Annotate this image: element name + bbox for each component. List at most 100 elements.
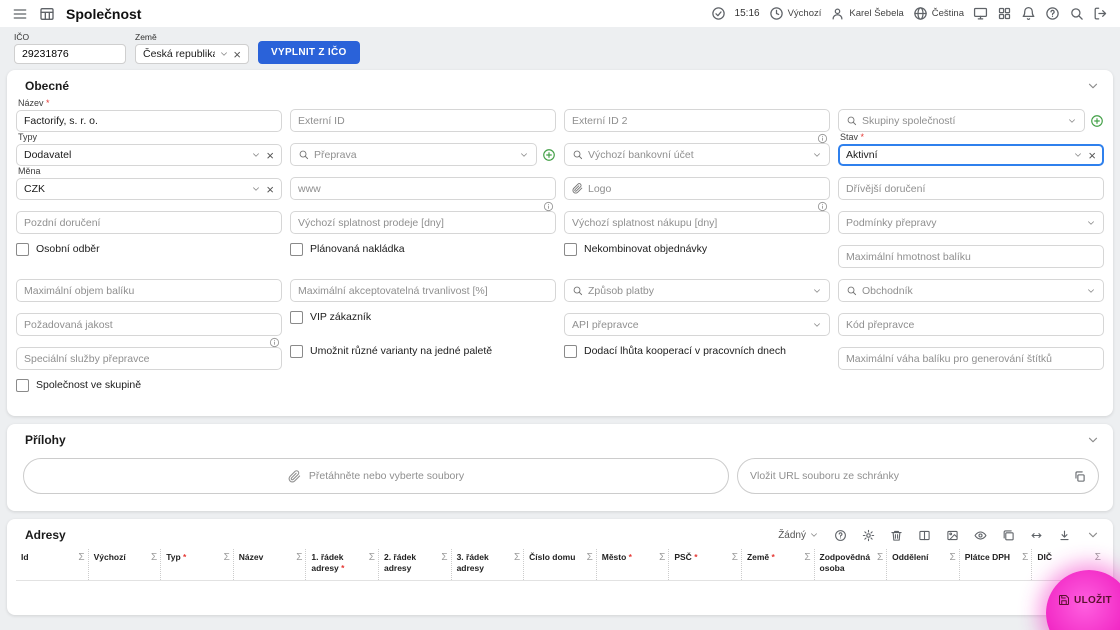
nazev-input[interactable] — [24, 115, 274, 127]
umoznit-varianty-checkbox[interactable] — [290, 344, 303, 358]
info-icon[interactable] — [543, 201, 554, 212]
aggregate-icon[interactable]: Σ — [151, 552, 157, 563]
pozadovana-jakost-input[interactable] — [24, 318, 274, 331]
chevron-down-icon[interactable] — [219, 49, 229, 59]
add-icon[interactable] — [1090, 114, 1104, 128]
display-icon[interactable] — [973, 6, 988, 21]
mena-select[interactable]: CZK × — [16, 178, 282, 200]
delete-icon[interactable] — [890, 529, 903, 542]
drivejsi-doruceni-input[interactable] — [846, 182, 1096, 195]
save-button[interactable]: ULOŽIT — [1058, 594, 1112, 606]
collapse-icon[interactable] — [1086, 79, 1100, 93]
info-icon[interactable] — [817, 133, 828, 144]
nekombinovat-objednavky-checkbox[interactable] — [564, 242, 577, 256]
planovana-nakladka-checkbox[interactable] — [290, 242, 303, 256]
column-header-radek1[interactable]: 1. řádek adresy * Σ — [306, 549, 379, 581]
pozdni-doruceni-inputbox[interactable] — [16, 211, 282, 234]
clear-icon[interactable]: × — [233, 48, 241, 61]
clear-icon[interactable]: × — [266, 183, 274, 196]
logout-icon[interactable] — [1093, 6, 1108, 21]
aggregate-icon[interactable]: Σ — [224, 552, 230, 563]
vychozi-bankovni-ucet-input[interactable] — [588, 148, 807, 161]
aggregate-icon[interactable]: Σ — [441, 552, 447, 563]
spolecnost-ve-skupine-checkbox[interactable] — [16, 378, 29, 392]
aggregate-icon[interactable]: Σ — [732, 552, 738, 563]
api-prepravce-select[interactable] — [564, 313, 830, 336]
paste-from-clipboard-icon[interactable] — [1073, 470, 1086, 483]
group-by-select[interactable]: Žádný — [778, 530, 819, 541]
file-dropzone[interactable]: Přetáhněte nebo vyberte soubory — [23, 458, 729, 494]
settings-gear-icon[interactable] — [862, 529, 875, 542]
column-header-zeme[interactable]: Země * Σ — [742, 549, 815, 581]
aggregate-icon[interactable]: Σ — [369, 552, 375, 563]
chevron-down-icon[interactable] — [1073, 150, 1083, 160]
aggregate-icon[interactable]: Σ — [659, 552, 665, 563]
chevron-down-icon[interactable] — [251, 150, 261, 160]
column-header-nazev[interactable]: Název Σ — [234, 549, 307, 581]
fill-from-ico-button[interactable]: VYPLNIT Z IČO — [258, 41, 360, 64]
externi-id-inputbox[interactable] — [290, 109, 556, 132]
vychozi-bankovni-ucet-select[interactable] — [564, 143, 830, 166]
column-header-cislo-domu[interactable]: Číslo domu Σ — [524, 549, 597, 581]
column-header-vychozi[interactable]: Výchozí Σ — [89, 549, 162, 581]
kod-prepravce-inputbox[interactable] — [838, 313, 1104, 336]
osobni-odber-checkbox[interactable] — [16, 242, 29, 256]
visibility-eye-icon[interactable] — [974, 529, 987, 542]
url-inputbox[interactable] — [737, 458, 1099, 494]
skupiny-spolecnosti-input[interactable] — [862, 114, 1062, 127]
column-header-oddeleni[interactable]: Oddělení Σ — [887, 549, 960, 581]
add-icon[interactable] — [542, 148, 556, 162]
column-header-platce-dph[interactable]: Plátce DPH Σ — [960, 549, 1033, 581]
max-hmotnost-baliku-inputbox[interactable] — [838, 245, 1104, 268]
logo-upload[interactable] — [564, 177, 830, 200]
pozdni-doruceni-input[interactable] — [24, 216, 274, 229]
help-icon[interactable] — [834, 529, 847, 542]
aggregate-icon[interactable]: Σ — [514, 552, 520, 563]
skupiny-spolecnosti-select[interactable] — [838, 109, 1085, 132]
column-header-radek3[interactable]: 3. řádek adresy Σ — [452, 549, 525, 581]
image-view-icon[interactable] — [946, 529, 959, 542]
pozadovana-jakost-inputbox[interactable] — [16, 313, 282, 336]
chevron-down-icon[interactable] — [251, 184, 261, 194]
splatnost-prodeje-inputbox[interactable] — [290, 211, 556, 234]
max-trvanlivost-inputbox[interactable] — [290, 279, 556, 302]
column-header-radek2[interactable]: 2. řádek adresy Σ — [379, 549, 452, 581]
menu-icon[interactable] — [12, 6, 28, 22]
info-icon[interactable] — [269, 337, 280, 348]
column-header-zodpovedna-osoba[interactable]: Zodpovědná osoba Σ — [815, 549, 888, 581]
aggregate-icon[interactable]: Σ — [1022, 552, 1028, 563]
max-hmotnost-baliku-input[interactable] — [846, 250, 1096, 263]
max-objem-baliku-inputbox[interactable] — [16, 279, 282, 302]
column-header-id[interactable]: Id Σ — [16, 549, 89, 581]
aggregate-icon[interactable]: Σ — [804, 552, 810, 563]
splatnost-prodeje-input[interactable] — [298, 216, 548, 229]
profile-menu[interactable]: Výchozí — [769, 6, 821, 21]
aggregate-icon[interactable]: Σ — [950, 552, 956, 563]
max-objem-baliku-input[interactable] — [24, 284, 274, 297]
search-icon[interactable] — [1069, 6, 1084, 21]
dodaci-lhuta-checkbox[interactable] — [564, 344, 577, 358]
aggregate-icon[interactable]: Σ — [78, 552, 84, 563]
aggregate-icon[interactable]: Σ — [877, 552, 883, 563]
apps-icon[interactable] — [997, 6, 1012, 21]
typy-select[interactable]: Dodavatel × — [16, 144, 282, 166]
gallery-icon[interactable] — [1002, 529, 1015, 542]
aggregate-icon[interactable]: Σ — [587, 552, 593, 563]
podminky-prepravy-input[interactable] — [846, 216, 1081, 229]
ico-inputbox[interactable] — [14, 44, 126, 64]
kod-prepravce-input[interactable] — [846, 318, 1096, 331]
splatnost-nakupu-input[interactable] — [572, 216, 822, 229]
column-header-psc[interactable]: PSČ * Σ — [669, 549, 742, 581]
column-header-mesto[interactable]: Město * Σ — [597, 549, 670, 581]
chevron-down-icon[interactable] — [812, 150, 822, 160]
externi-id-2-inputbox[interactable] — [564, 109, 830, 132]
externi-id-2-input[interactable] — [572, 114, 822, 127]
collapse-icon[interactable] — [1086, 528, 1100, 542]
chevron-down-icon[interactable] — [519, 150, 529, 160]
drivejsi-doruceni-inputbox[interactable] — [838, 177, 1104, 200]
preprava-select[interactable] — [290, 143, 537, 166]
expand-horizontal-icon[interactable] — [1030, 529, 1043, 542]
url-input[interactable] — [750, 470, 1065, 482]
notifications-bell-icon[interactable] — [1021, 6, 1036, 21]
chevron-down-icon[interactable] — [812, 320, 822, 330]
